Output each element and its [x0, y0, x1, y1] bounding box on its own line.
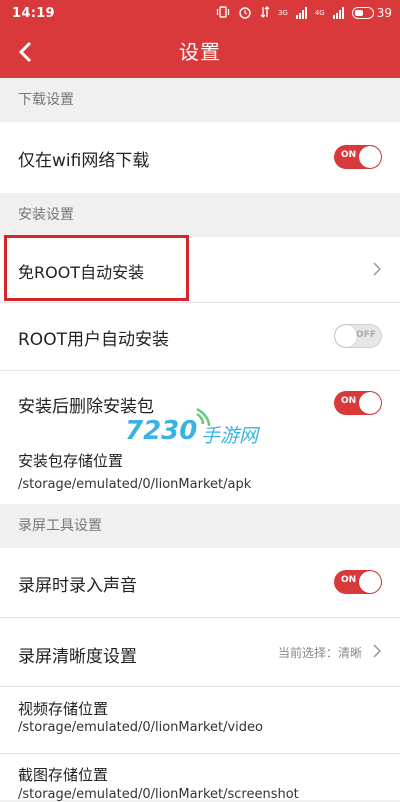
- chevron-right-icon: [373, 644, 382, 658]
- toggle-state: OFF: [356, 330, 376, 340]
- toggle-knob: [359, 571, 381, 593]
- battery-icon: 39: [351, 6, 392, 20]
- row-root-user-install[interactable]: ROOT用户自动安装 OFF: [0, 303, 400, 370]
- signal-icon: [295, 7, 307, 19]
- wifi-only-toggle[interactable]: ON: [334, 145, 382, 169]
- row-video-storage-label: 视频存储位置: [18, 700, 109, 718]
- toggle-state: ON: [341, 150, 357, 160]
- network-4g-label: 4G: [314, 9, 325, 17]
- page-title: 设置: [179, 40, 221, 64]
- toggle-state: ON: [341, 575, 357, 585]
- status-time: 14:19: [12, 5, 55, 21]
- record-audio-toggle[interactable]: ON: [334, 570, 382, 594]
- watermark-number: 7230: [125, 416, 198, 446]
- watermark-text: 手游网: [201, 425, 259, 447]
- status-icons: 3G 4G 39: [216, 5, 392, 22]
- chevron-right-icon: [373, 262, 382, 276]
- battery-level: 39: [376, 6, 392, 20]
- row-apk-storage-label: 安装包存储位置: [18, 452, 124, 470]
- toggle-state: ON: [341, 396, 357, 406]
- status-bar: 14:19 3G 4G 39: [0, 0, 400, 26]
- row-wifi-only-label: 仅在wifi网络下载: [18, 151, 150, 171]
- back-button[interactable]: [10, 36, 42, 68]
- back-chevron-icon: [18, 41, 32, 63]
- section-install: 安装设置: [0, 193, 400, 237]
- network-3g-label: 3G: [277, 9, 288, 17]
- data-icon: [260, 5, 270, 21]
- vibrate-icon: [216, 5, 230, 21]
- row-record-quality-label: 录屏清晰度设置: [18, 647, 137, 667]
- app-header: 设置: [0, 26, 400, 78]
- row-screenshot-storage[interactable]: 截图存储位置 /storage/emulated/0/lionMarket/sc…: [0, 754, 400, 802]
- row-video-storage[interactable]: 视频存储位置 /storage/emulated/0/lionMarket/vi…: [0, 687, 400, 753]
- row-wifi-only[interactable]: 仅在wifi网络下载 ON: [0, 122, 400, 193]
- section-download: 下载设置: [0, 78, 400, 122]
- watermark-logo: 7230 手游网: [125, 407, 265, 453]
- toggle-knob: [359, 146, 381, 168]
- apk-storage-path: /storage/emulated/0/lionMarket/apk: [18, 477, 252, 492]
- video-storage-path: /storage/emulated/0/lionMarket/video: [18, 720, 263, 735]
- section-record: 录屏工具设置: [0, 504, 400, 548]
- toggle-knob: [359, 392, 381, 414]
- row-record-audio[interactable]: 录屏时录入声音 ON: [0, 548, 400, 617]
- row-screenshot-storage-label: 截图存储位置: [18, 766, 109, 784]
- row-record-quality[interactable]: 录屏清晰度设置 当前选择：清晰: [0, 618, 400, 686]
- toggle-knob: [335, 325, 357, 347]
- record-quality-current: 当前选择：清晰: [277, 646, 362, 660]
- signal-4g-icon: [332, 7, 344, 19]
- highlight-box: [4, 235, 189, 301]
- row-record-audio-label: 录屏时录入声音: [18, 576, 137, 596]
- delete-after-install-toggle[interactable]: ON: [334, 391, 382, 415]
- root-user-install-toggle[interactable]: OFF: [334, 324, 382, 348]
- row-root-user-install-label: ROOT用户自动安装: [18, 330, 169, 350]
- alarm-icon: [238, 5, 252, 22]
